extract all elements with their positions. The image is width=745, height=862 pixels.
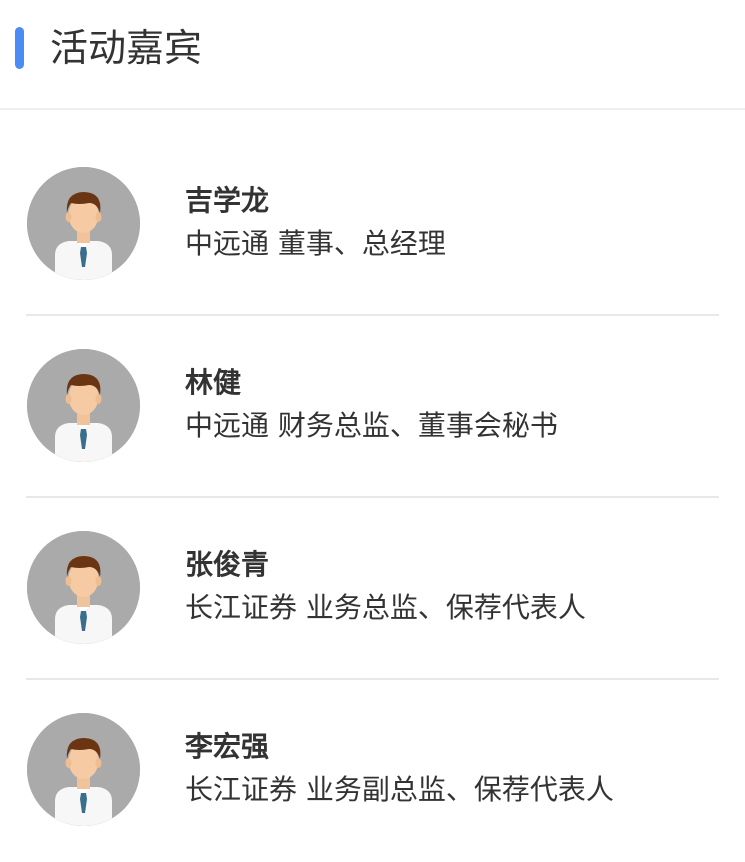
guest-title: 中远通 董事、总经理 (185, 227, 446, 260)
guest-item[interactable]: 吉学龙 中远通 董事、总经理 (26, 134, 719, 316)
guest-item[interactable]: 张俊青 长江证券 业务总监、保荐代表人 (26, 498, 719, 680)
male-avatar-icon (27, 531, 140, 644)
guest-item[interactable]: 林健 中远通 财务总监、董事会秘书 (26, 316, 719, 498)
header-accent-bar (15, 27, 24, 69)
guest-title: 长江证券 业务总监、保荐代表人 (185, 591, 586, 624)
guest-name: 张俊青 (185, 548, 270, 581)
guest-name: 林健 (185, 366, 242, 399)
guest-name: 李宏强 (185, 730, 270, 763)
guest-item[interactable]: 李宏强 长江证券 业务副总监、保荐代表人 (26, 680, 719, 862)
male-avatar-icon (27, 713, 140, 826)
male-avatar-icon (27, 349, 140, 462)
page-title: 活动嘉宾 (50, 26, 203, 70)
guest-name: 吉学龙 (185, 184, 270, 217)
male-avatar-icon (27, 167, 140, 280)
guest-list: 吉学龙 中远通 董事、总经理 林健 中远通 财务总监、董事会秘书 张俊青 长江证… (0, 134, 745, 862)
guest-title: 中远通 财务总监、董事会秘书 (185, 409, 558, 442)
section-header: 活动嘉宾 (0, 0, 745, 110)
guest-title: 长江证券 业务副总监、保荐代表人 (185, 773, 614, 806)
